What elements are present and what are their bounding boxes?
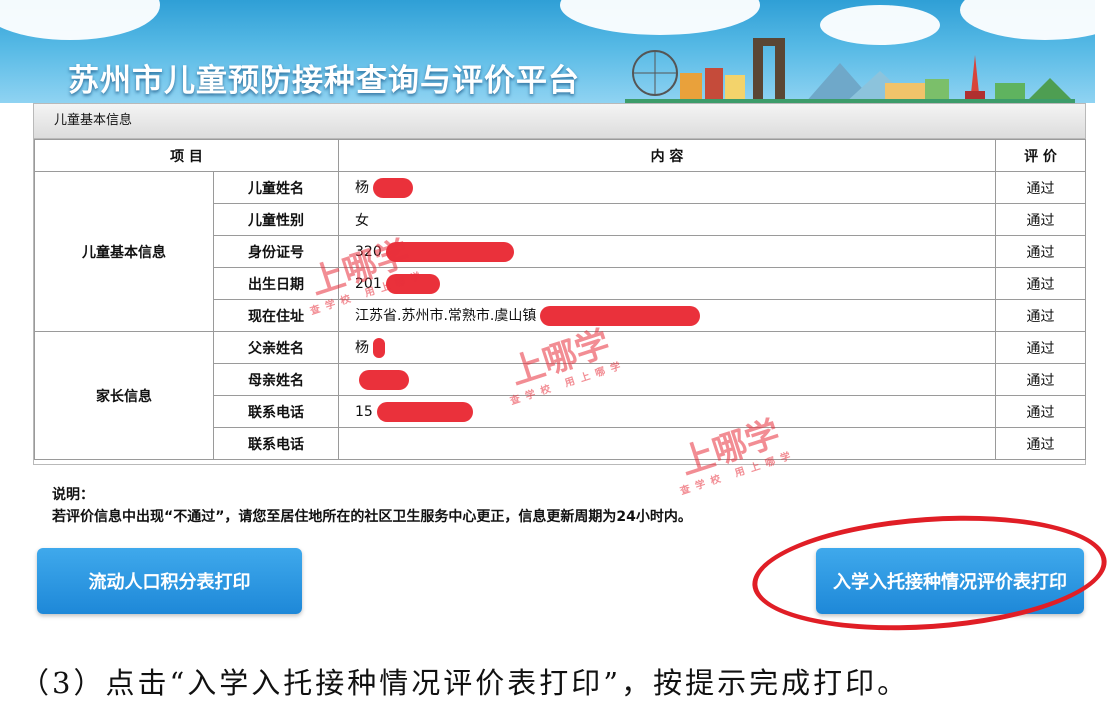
row-value: 女 (338, 203, 996, 236)
row-label: 儿童性别 (213, 203, 339, 236)
enrollment-vaccination-evaluation-print-button[interactable]: 入学入托接种情况评价表打印 (816, 548, 1084, 614)
redaction-mark (385, 273, 440, 294)
notes-title: 说明： (52, 487, 94, 503)
header-banner: 苏州市儿童预防接种查询与评价平台 (0, 0, 1095, 103)
table-header-row: 项 目 内 容 评 价 (34, 139, 1086, 172)
row-label: 父亲姓名 (213, 331, 339, 364)
group-label: 儿童基本信息 (34, 171, 214, 332)
value-text: 江苏省.苏州市.常熟市.虞山镇 (355, 308, 537, 324)
value-text: 201 (355, 275, 382, 292)
row-value: 杨 (338, 331, 996, 364)
redaction-mark (376, 401, 473, 422)
value-text: 杨 (355, 180, 369, 196)
column-header-item: 项 目 (34, 139, 339, 172)
row-label: 联系电话 (213, 427, 339, 460)
instruction-caption: （3）点击“入学入托接种情况评价表打印”，按提示完成打印。 (20, 666, 910, 700)
city-skyline-illustration (625, 38, 1075, 103)
row-value (338, 427, 996, 460)
cloud-shape (560, 0, 760, 35)
table-row: 儿童基本信息 儿童姓名 杨 通过 (34, 171, 1086, 332)
value-text: 杨 (355, 340, 369, 356)
redaction-mark (373, 338, 385, 358)
notes-text: 若评价信息中出现“不通过”，请您至居住地所在的社区卫生服务中心更正，信息更新周期… (52, 509, 692, 525)
row-label: 身份证号 (213, 235, 339, 268)
row-eval: 通过 (995, 427, 1086, 460)
notes-section: 说明： 若评价信息中出现“不通过”，请您至居住地所在的社区卫生服务中心更正，信息… (52, 484, 692, 528)
row-eval: 通过 (995, 235, 1086, 268)
redaction-mark (385, 241, 514, 262)
row-value: 江苏省.苏州市.常熟市.虞山镇 (338, 299, 996, 332)
child-info-panel: 儿童基本信息 项 目 内 容 评 价 儿童基本信息 儿童姓名 杨 通过 儿童性别… (33, 103, 1086, 465)
platform-title: 苏州市儿童预防接种查询与评价平台 (68, 63, 580, 99)
row-label: 出生日期 (213, 267, 339, 300)
row-value: 15 (338, 395, 996, 428)
row-value: 201 (338, 267, 996, 300)
cloud-shape (0, 0, 160, 40)
panel-header: 儿童基本信息 (34, 104, 1085, 139)
table-row: 家长信息 父亲姓名 杨 通过 (34, 331, 1086, 460)
redaction-mark (540, 306, 701, 326)
floating-population-points-print-button[interactable]: 流动人口积分表打印 (37, 548, 302, 614)
row-value: 杨 (338, 171, 996, 204)
row-eval: 通过 (995, 331, 1086, 364)
row-label: 现在住址 (213, 299, 339, 332)
row-eval: 通过 (995, 395, 1086, 428)
child-info-table: 项 目 内 容 评 价 儿童基本信息 儿童姓名 杨 通过 儿童性别 女 通过 身… (34, 139, 1086, 460)
row-eval: 通过 (995, 299, 1086, 332)
value-text: 15 (355, 403, 373, 420)
row-eval: 通过 (995, 203, 1086, 236)
row-eval: 通过 (995, 267, 1086, 300)
redaction-mark (373, 178, 413, 198)
redaction-mark (359, 369, 409, 390)
row-label: 儿童姓名 (213, 171, 339, 204)
row-eval: 通过 (995, 363, 1086, 396)
row-value (338, 363, 996, 396)
column-header-eval: 评 价 (995, 139, 1086, 172)
row-label: 联系电话 (213, 395, 339, 428)
group-label: 家长信息 (34, 331, 214, 460)
row-label: 母亲姓名 (213, 363, 339, 396)
column-header-content: 内 容 (338, 139, 996, 172)
value-text: 320 (355, 243, 382, 260)
row-value: 320 (338, 235, 996, 268)
row-eval: 通过 (995, 171, 1086, 204)
